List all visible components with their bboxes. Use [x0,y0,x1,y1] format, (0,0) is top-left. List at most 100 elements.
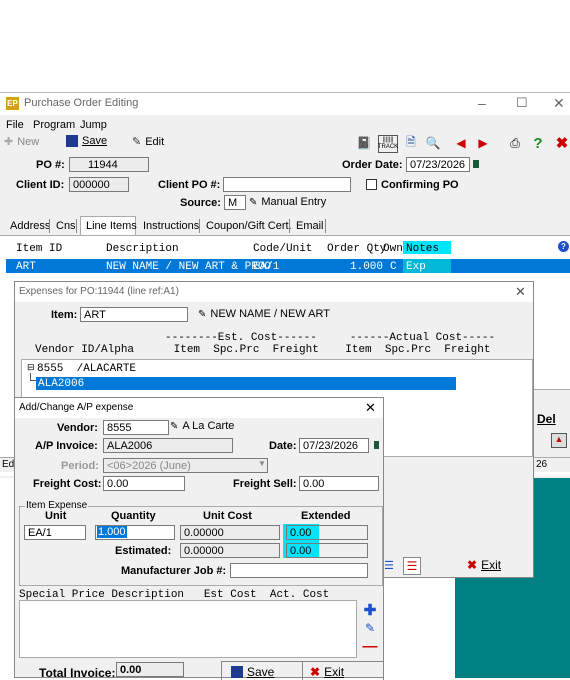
manual-entry-button[interactable]: ✎ Manual Entry [249,196,326,208]
window-title: Purchase Order Editing [24,97,139,109]
col-quantity: Quantity [111,510,156,522]
tab-instructions[interactable]: Instructions [143,220,199,232]
arrow-right-icon[interactable]: ▶ [475,135,491,151]
pencil-icon: ✎ [198,308,207,320]
tab-divider [325,219,326,233]
delete-button[interactable]: Del [537,412,556,426]
pencil-icon: ✎ [249,196,258,208]
source-field[interactable]: M [224,195,246,210]
menu-file[interactable]: File [6,119,24,131]
help-icon[interactable]: ? [530,135,546,152]
vendor-field[interactable]: 8555 [103,420,169,435]
pencil-icon: ✎ [132,136,142,148]
item-label: Item: [51,309,78,321]
unit-cost-field: 0.00000 [180,525,280,540]
tree-parent[interactable]: 8555 /ALACARTE [37,363,136,375]
calendar-icon[interactable] [374,441,379,449]
remove-icon[interactable]: — [362,638,378,655]
close-icon[interactable]: ✕ [365,400,376,416]
image-button-icon[interactable]: ▲ [551,433,567,448]
item-description: ✎ NEW NAME / NEW ART [198,308,330,320]
cost-header-line2: Vendor ID/Alpha Item Spc.Prc Freight Ite… [35,344,491,356]
tab-cns[interactable]: Cns [56,220,76,232]
tab-line-items[interactable]: Line Items [86,220,137,232]
new-button[interactable]: ✚ New [4,135,39,149]
order-date-field[interactable]: 07/23/2026 [406,157,470,172]
title-bar: EP Purchase Order Editing – ☐ ✕ [0,93,570,115]
tab-divider [76,219,77,233]
calendar-icon[interactable] [473,160,479,168]
pencil-icon: ✎ [170,420,179,432]
extended-field: 0.00 [286,525,368,540]
exit-icon: ✖ [310,665,321,679]
edit-button[interactable]: ✎ Edit [132,135,164,149]
row-notes: Exp [406,261,426,273]
confirming-po-checkbox[interactable] [366,179,377,190]
document-icon[interactable]: 🗎 [403,135,419,151]
info-icon[interactable]: ? [558,241,569,252]
barcode-track-icon[interactable]: ||||||| TRACK [378,135,398,153]
mfr-job-field[interactable] [230,563,368,578]
mfr-job-label: Manufacturer Job #: [121,565,227,577]
arrow-left-icon[interactable]: ◀ [453,135,469,151]
exit-icon: ✖ [467,558,478,572]
checklist-icon[interactable]: ☰ [403,557,421,575]
cost-header-line1: --------Est. Cost------ ------Actual Cos… [165,332,496,344]
chevron-down-icon[interactable]: ▼ [258,459,266,468]
ap-save-button[interactable]: Save [231,665,274,679]
po-number-field: 11944 [69,157,149,172]
col-description: Description [106,243,179,255]
ap-exit-button[interactable]: ✖ Exit [310,665,344,679]
toolbar: ✚ New Save ✎ Edit 📓 ||||||| TRACK 🗎 🔍 ◀ ▶ ⎙… [0,133,570,153]
item-field[interactable]: ART [80,307,188,322]
order-date-label: Order Date: [342,159,403,171]
maximize-icon[interactable]: ☐ [516,95,528,111]
freight-sell-field[interactable]: 0.00 [299,476,379,491]
unit-field[interactable]: EA/1 [24,525,86,540]
table-row[interactable] [6,259,570,273]
source-label: Source: [180,197,221,209]
special-price-list [19,600,357,658]
minimize-icon[interactable]: – [478,95,486,111]
expenses-title: Expenses for PO:11944 (line ref:A1) [19,286,179,297]
po-label: PO #: [36,159,65,171]
tree-expand-icon[interactable]: ⊟ [27,362,35,373]
col-order-qty: Order Qty [327,243,387,255]
tab-email[interactable]: Email [296,220,324,232]
menu-jump[interactable]: Jump [80,119,107,131]
pencil-icon[interactable]: ✎ [362,620,378,636]
row-item-id: ART [16,261,36,273]
menu-program[interactable]: Program [33,119,75,131]
exit-icon[interactable]: ✖ [554,135,570,152]
expenses-exit-button[interactable]: ✖ Exit [467,558,501,572]
tab-coupon[interactable]: Coupon/Gift Cert. [206,220,292,232]
row-code-unit: EA/1 [253,261,280,273]
total-invoice-field: 0.00 [116,662,184,677]
print-icon[interactable]: ⎙ [507,135,523,151]
client-id-label: Client ID: [16,179,65,191]
col-unit-cost: Unit Cost [203,510,252,522]
notebook-icon[interactable]: 📓 [356,135,372,151]
date-field[interactable]: 07/23/2026 [299,438,369,453]
save-button[interactable]: Save [66,135,107,147]
period-select[interactable]: <06>2026 (June) [103,458,268,473]
app-icon: EP [6,97,19,110]
col-code-unit: Code/Unit [253,243,313,255]
close-icon[interactable]: ✕ [553,95,565,112]
ap-title-bar: Add/Change A/P expense ✕ [15,398,383,418]
quantity-selected-text: 1.000 [97,526,127,538]
tab-address[interactable]: Address [10,220,50,232]
tree-child-selected[interactable] [36,377,456,390]
freight-cost-field[interactable]: 0.00 [103,476,185,491]
floppy-icon [231,666,243,678]
search-icon[interactable]: 🔍 [425,135,441,151]
tab-divider [289,219,290,233]
status-partial-right: 26 [536,459,548,470]
client-po-field[interactable] [223,177,351,192]
row-order-qty: 1.000 [350,261,384,273]
close-icon[interactable]: ✕ [515,284,526,300]
tree-child: ALA2006 [38,378,85,390]
period-label: Period: [61,460,99,472]
add-icon[interactable]: ✚ [362,602,378,619]
estimated-extended-field: 0.00 [286,543,368,558]
